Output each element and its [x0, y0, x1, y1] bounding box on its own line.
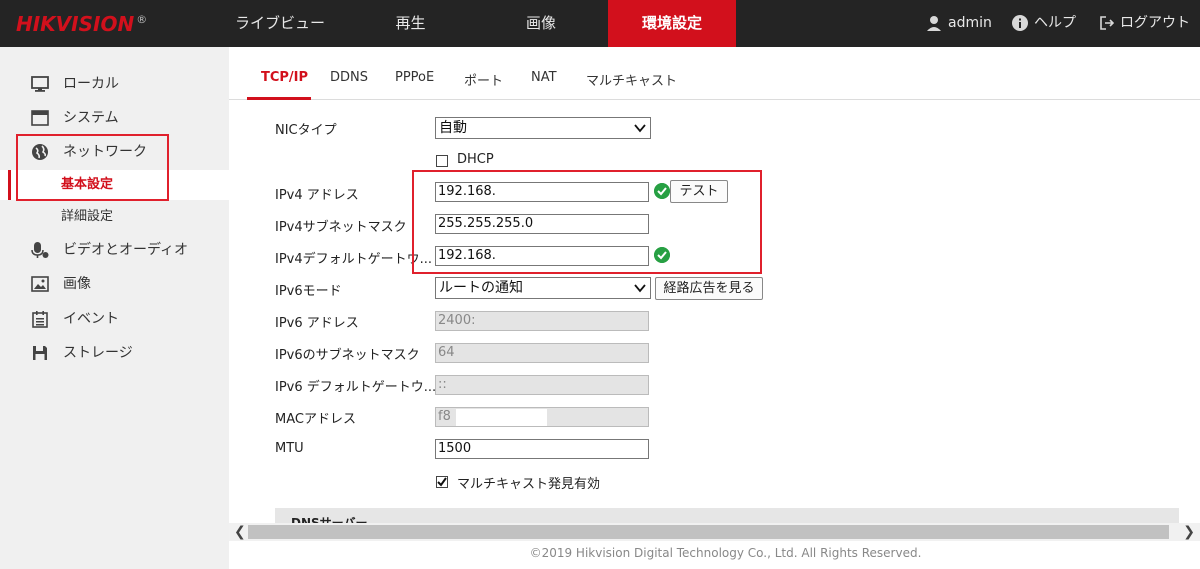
sidebar-item-video-audio[interactable]: ビデオとオーディオ — [0, 234, 229, 266]
mtu-label: MTU — [275, 441, 304, 456]
ipv6-gateway-label: IPv6 デフォルトゲートウ... — [275, 380, 437, 395]
ipv6-subnet-mask-label: IPv6のサブネットマスク — [275, 348, 420, 363]
sidebar-item-event[interactable]: イベント — [0, 303, 229, 335]
mac-redaction — [456, 409, 547, 426]
ipv6-gateway-input: :: — [435, 375, 649, 395]
ipv6-mode-select[interactable]: ルートの通知 — [435, 277, 651, 299]
tab-tcpip[interactable]: TCP/IP — [261, 70, 308, 85]
mtu-input[interactable]: 1500 — [435, 439, 649, 459]
tab-port[interactable]: ポート — [464, 70, 503, 89]
sidebar-item-advanced-settings[interactable]: 詳細設定 — [0, 202, 229, 232]
ipv4-highlight-box — [412, 170, 762, 274]
multicast-discovery-label: マルチキャスト発見有効 — [457, 477, 601, 492]
active-tab-indicator — [247, 97, 311, 100]
microphone-icon — [31, 242, 49, 258]
tab-multicast[interactable]: マルチキャスト — [586, 70, 677, 89]
ipv6-mode-label: IPv6モード — [275, 284, 342, 299]
nav-playback[interactable]: 再生 — [352, 0, 469, 47]
sidebar-item-system[interactable]: システム — [0, 102, 229, 134]
window-icon — [31, 110, 49, 126]
view-route-advertisement-button[interactable]: 経路広告を見る — [655, 277, 763, 300]
top-bar: HIKVISION ® ライブビュー 再生 画像 環境設定 admin ヘルプ ロ… — [0, 0, 1200, 47]
checkmark-icon — [437, 477, 447, 487]
help-link[interactable]: ヘルプ — [1012, 0, 1076, 47]
info-icon — [1012, 15, 1028, 31]
user-icon — [927, 16, 941, 31]
multicast-discovery-checkbox[interactable] — [436, 476, 448, 488]
user-menu[interactable]: admin — [926, 0, 992, 47]
ipv6-address-label: IPv6 アドレス — [275, 316, 359, 331]
tab-divider — [229, 99, 1200, 100]
scroll-left-icon[interactable]: ❮ — [234, 524, 246, 540]
sidebar-item-local[interactable]: ローカル — [0, 68, 229, 100]
ipv4-gateway-label: IPv4デフォルトゲートウ... — [275, 252, 433, 267]
monitor-icon — [31, 76, 49, 92]
horizontal-scrollbar[interactable]: ❮ ❯ — [229, 523, 1200, 541]
tab-ddns[interactable]: DDNS — [330, 70, 368, 85]
nav-live-view[interactable]: ライブビュー — [213, 0, 347, 47]
sidebar: ローカル システム ネットワーク 基本設定 詳細設定 ビデオとオーディオ 画像 … — [0, 47, 229, 569]
sidebar-item-storage[interactable]: ストレージ — [0, 337, 229, 369]
ipv6-subnet-mask-input: 64 — [435, 343, 649, 363]
nic-type-select[interactable]: 自動 — [435, 117, 651, 139]
dns-section-header: DNSサーバー — [275, 508, 1179, 524]
scroll-right-icon[interactable]: ❯ — [1183, 524, 1195, 540]
chevron-down-icon — [634, 284, 646, 293]
dhcp-label: DHCP — [457, 152, 494, 167]
footer-copyright: ©2019 Hikvision Digital Technology Co., … — [529, 546, 922, 560]
nic-type-label: NICタイプ — [275, 123, 337, 138]
calendar-icon — [32, 311, 48, 328]
dhcp-checkbox[interactable] — [436, 155, 448, 167]
logout-icon — [1100, 16, 1115, 30]
ipv4-address-label: IPv4 アドレス — [275, 188, 359, 203]
logout-link[interactable]: ログアウト — [1100, 0, 1190, 47]
sidebar-highlight-box — [16, 134, 169, 201]
ipv4-subnet-mask-label: IPv4サブネットマスク — [275, 220, 407, 235]
sidebar-item-image[interactable]: 画像 — [0, 268, 229, 300]
tab-nat[interactable]: NAT — [531, 70, 557, 85]
scrollbar-thumb[interactable] — [248, 525, 1169, 539]
floppy-disk-icon — [33, 346, 47, 360]
mac-address-label: MACアドレス — [275, 412, 356, 427]
nav-configuration[interactable]: 環境設定 — [608, 0, 736, 47]
hikvision-logo: HIKVISION ® — [16, 12, 148, 36]
chevron-down-icon — [634, 124, 646, 133]
nav-picture[interactable]: 画像 — [474, 0, 608, 47]
ipv6-address-input: 2400: — [435, 311, 649, 331]
tab-pppoe[interactable]: PPPoE — [395, 70, 434, 85]
image-icon — [31, 276, 49, 292]
